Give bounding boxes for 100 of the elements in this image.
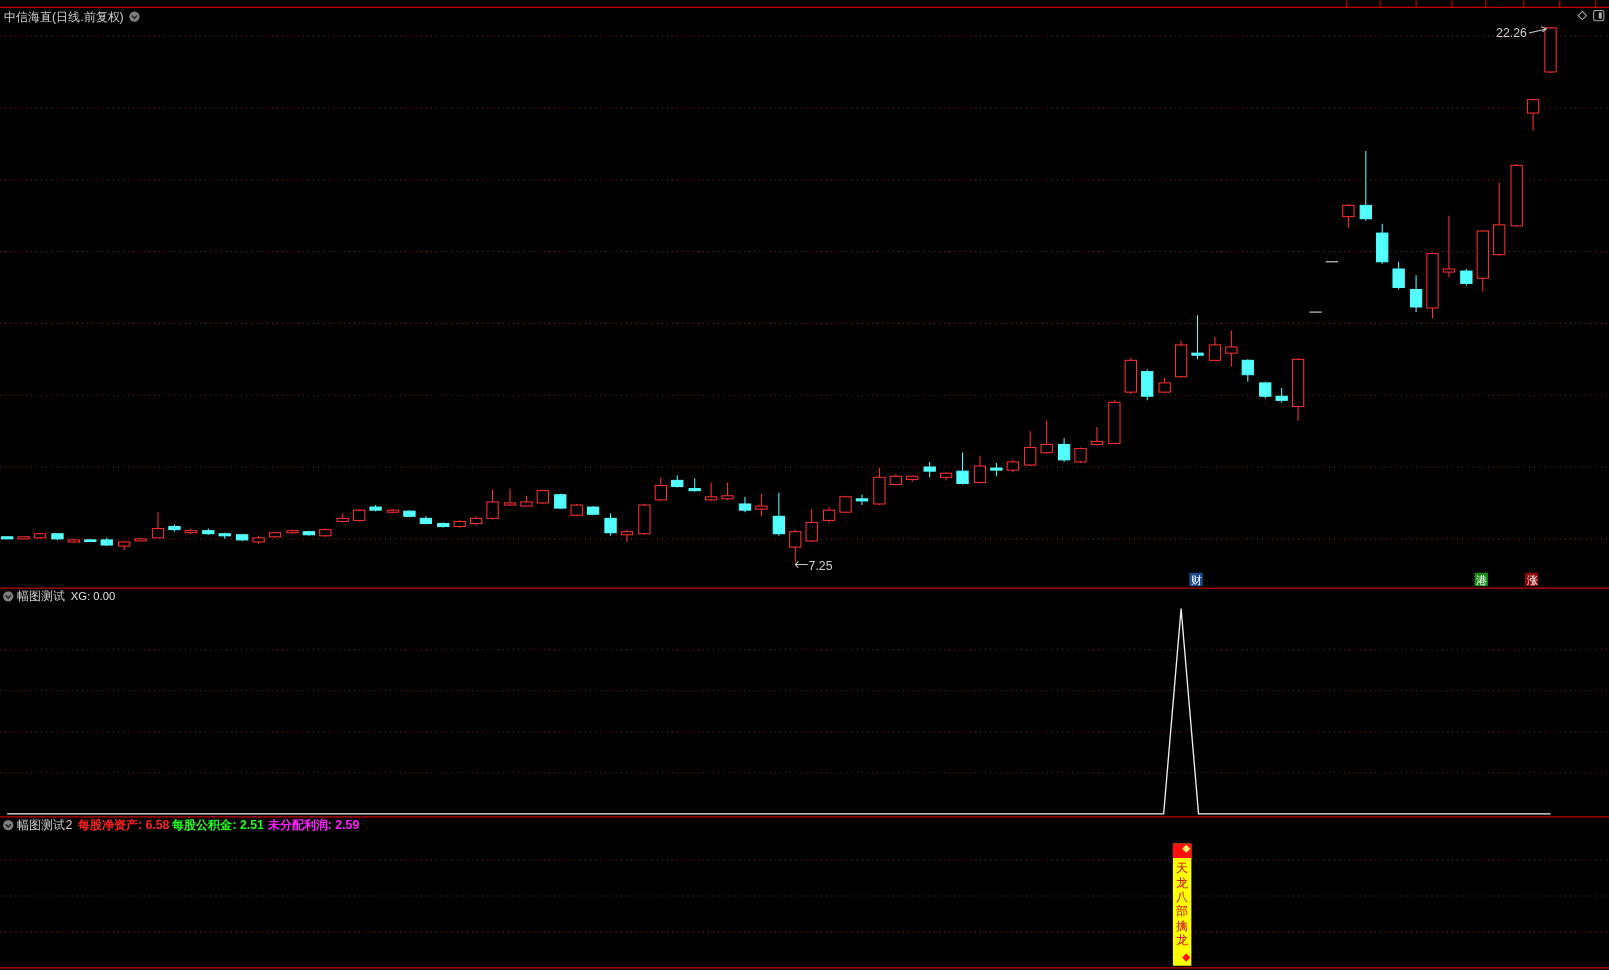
indicator-value: 每股净资产: 6.58 (78, 818, 170, 833)
candlestick (1124, 357, 1137, 395)
candlestick (1208, 336, 1222, 362)
candlestick (1325, 261, 1339, 263)
candlestick (84, 538, 97, 543)
chevron-icon[interactable] (3, 591, 14, 602)
low-price-label: 7.25 (808, 558, 833, 573)
candlestick (202, 528, 215, 536)
arrow-icon (1528, 26, 1548, 34)
candlestick (520, 495, 533, 508)
candlestick (302, 530, 316, 537)
candlestick (1191, 314, 1204, 360)
candlestick (218, 532, 231, 540)
candlestick (1108, 399, 1121, 445)
candlestick (1460, 268, 1473, 286)
candlestick (586, 505, 600, 516)
candlestick (738, 496, 752, 513)
candlestick (721, 481, 734, 501)
candlestick (1426, 252, 1439, 319)
candlestick (469, 515, 483, 527)
candlestick (1074, 447, 1087, 464)
candlestick (755, 493, 768, 517)
candlestick (570, 503, 583, 517)
event-tag[interactable]: 港 (1474, 572, 1488, 587)
indicator-value: 每股公积金: 2.51 (172, 818, 264, 833)
candlestick (1057, 437, 1071, 463)
panel-toggle-icon[interactable] (1593, 9, 1605, 22)
candlestick (704, 481, 718, 502)
candlestick (855, 494, 869, 506)
diamond-icon (1182, 953, 1191, 962)
candlestick (1376, 223, 1389, 265)
candlestick (1158, 377, 1171, 394)
candlestick (1275, 387, 1288, 403)
event-tag[interactable]: 财 (1189, 572, 1203, 587)
candlestick (805, 508, 818, 543)
candlestick (1040, 420, 1053, 455)
candlestick (789, 529, 802, 563)
candlestick (822, 506, 836, 523)
candlestick (1392, 261, 1405, 291)
candlestick (503, 488, 517, 507)
candlestick (688, 477, 701, 493)
candlestick (1291, 357, 1305, 422)
panel-title: 幅图测试 (17, 589, 66, 604)
candlestick (1526, 98, 1540, 131)
high-price-label: 22.26 (1496, 26, 1527, 41)
event-tag[interactable]: 涨 (1524, 572, 1539, 587)
candlestick (1259, 381, 1272, 399)
candlestick (1359, 150, 1372, 222)
candlestick (1409, 274, 1423, 313)
candlestick (620, 529, 634, 543)
candlestick (453, 519, 466, 529)
candlestick (889, 473, 902, 487)
candlestick (268, 531, 282, 539)
candlestick (437, 521, 450, 529)
candlestick (638, 503, 651, 536)
candlestick (1141, 369, 1154, 401)
candlestick (671, 474, 684, 489)
candlestick (184, 528, 198, 535)
candlestick (1342, 203, 1355, 229)
candlestick (419, 515, 432, 526)
candlestick (1, 536, 14, 540)
candlestick (956, 452, 969, 485)
chevron-icon[interactable] (3, 820, 14, 831)
candlestick (134, 537, 147, 542)
arrow-icon (794, 560, 809, 569)
diamond-icon (1182, 844, 1191, 853)
candlestick (118, 540, 131, 551)
candlestick (873, 467, 886, 506)
candlestick (168, 524, 181, 533)
candlestick (1308, 311, 1323, 313)
candlestick (67, 538, 81, 544)
diamond-icon[interactable] (1577, 10, 1588, 21)
candlestick (1225, 330, 1238, 367)
candlestick (1174, 340, 1188, 379)
candlestick (772, 492, 785, 537)
candlestick (403, 509, 416, 518)
candlestick (839, 495, 852, 514)
candlestick (336, 512, 349, 523)
candlestick (923, 461, 936, 478)
signal-text: 天龙八部擒龙 (1176, 861, 1189, 948)
candlestick (33, 532, 47, 540)
chart-title: 中信海直(日线.前复权) (4, 9, 124, 24)
candlestick (939, 471, 953, 481)
candlestick (252, 535, 265, 545)
candlestick (319, 528, 332, 538)
candlestick (536, 489, 549, 505)
candlestick (486, 489, 499, 520)
candlestick (654, 476, 667, 502)
candlestick (1241, 358, 1254, 383)
candlestick (1006, 459, 1019, 473)
candlestick (1442, 215, 1456, 278)
panel-title: 幅图测试2 (17, 818, 73, 833)
candlestick (1510, 163, 1523, 228)
candlestick (990, 462, 1003, 477)
candlestick (604, 512, 617, 537)
candlestick (973, 455, 987, 484)
chevron-icon[interactable] (129, 11, 140, 22)
candlestick (286, 529, 299, 535)
candlestick (17, 536, 30, 540)
candlestick (369, 504, 382, 512)
